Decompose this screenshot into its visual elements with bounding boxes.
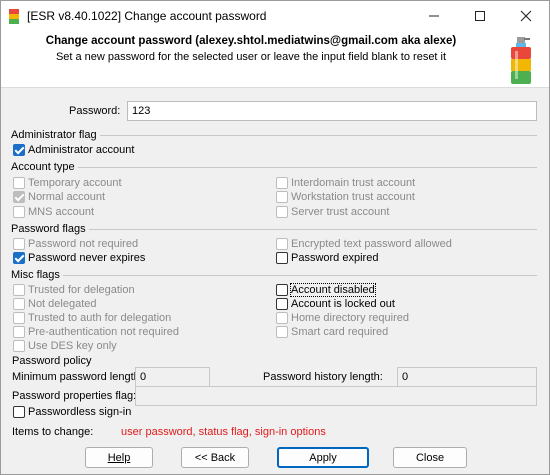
not-delegated-checkbox[interactable]: Not delegated [13, 297, 97, 311]
close-window-button[interactable] [503, 1, 549, 31]
checkbox-box [13, 144, 25, 156]
normal-account-checkbox[interactable]: Normal account [13, 190, 105, 204]
dialog-title: Change account password (alexey.shtol.me… [45, 35, 457, 47]
dialog-subtitle: Set a new password for the selected user… [55, 51, 447, 63]
maximize-icon [475, 11, 485, 21]
temporary-account-checkbox[interactable]: Temporary account [13, 176, 122, 190]
dialog-header: Change account password (alexey.shtol.me… [1, 31, 549, 88]
password-properties-flag-field [135, 386, 537, 406]
min-password-length-label: Minimum password length: [12, 371, 143, 383]
passwordless-sign-in-checkbox[interactable]: Passwordless sign-in [13, 405, 131, 419]
password-never-expires-checkbox[interactable]: Password never expires [13, 251, 145, 265]
window-title: [ESR v8.40.1022] Change account password [27, 9, 267, 23]
account-type-heading: Account type [11, 161, 78, 173]
trusted-for-delegation-checkbox[interactable]: Trusted for delegation [13, 283, 135, 297]
password-flags-heading: Password flags [11, 223, 89, 235]
account-disabled-checkbox[interactable]: Account disabled [276, 283, 376, 297]
min-password-length-field: 0 [135, 367, 210, 387]
password-spray-icon [511, 37, 531, 84]
apply-button[interactable]: Apply [277, 447, 369, 468]
help-button[interactable]: Help [85, 447, 153, 468]
password-label: Password: [69, 105, 121, 117]
home-directory-required-checkbox[interactable]: Home directory required [276, 311, 409, 325]
password-expired-checkbox[interactable]: Password expired [276, 251, 378, 265]
smart-card-required-checkbox[interactable]: Smart card required [276, 325, 388, 339]
use-des-key-only-checkbox[interactable]: Use DES key only [13, 339, 117, 353]
password-history-length-label: Password history length: [263, 371, 383, 383]
title-bar: [ESR v8.40.1022] Change account password [1, 1, 549, 31]
account-locked-out-checkbox[interactable]: Account is locked out [276, 297, 395, 311]
change-password-dialog: [ESR v8.40.1022] Change account password… [0, 0, 550, 475]
items-to-change-value: user password, status flag, sign-in opti… [121, 426, 326, 438]
minimize-icon [429, 15, 439, 17]
maximize-button[interactable] [457, 1, 503, 31]
encrypted-text-password-allowed-checkbox[interactable]: Encrypted text password allowed [276, 237, 452, 251]
mns-account-checkbox[interactable]: MNS account [13, 205, 94, 219]
password-not-required-checkbox[interactable]: Password not required [13, 237, 138, 251]
close-icon [520, 10, 532, 22]
administrator-account-checkbox[interactable]: Administrator account [13, 143, 134, 157]
server-trust-account-checkbox[interactable]: Server trust account [276, 205, 389, 219]
account-type-group: Account type [11, 161, 537, 173]
workstation-trust-account-checkbox[interactable]: Workstation trust account [276, 190, 415, 204]
administrator-flag-heading: Administrator flag [11, 129, 100, 141]
pre-authentication-not-required-checkbox[interactable]: Pre-authentication not required [13, 325, 179, 339]
interdomain-trust-account-checkbox[interactable]: Interdomain trust account [276, 176, 415, 190]
items-to-change-label: Items to change: [12, 426, 94, 438]
password-flags-group: Password flags [11, 223, 537, 235]
misc-flags-group: Misc flags [11, 269, 537, 281]
password-history-length-field: 0 [397, 367, 537, 387]
close-button[interactable]: Close [393, 447, 467, 468]
minimize-button[interactable] [411, 1, 457, 31]
trusted-to-auth-for-delegation-checkbox[interactable]: Trusted to auth for delegation [13, 311, 171, 325]
app-icon [9, 9, 19, 24]
back-button[interactable]: << Back [181, 447, 249, 468]
password-policy-heading: Password policy [12, 355, 92, 367]
password-properties-flag-label: Password properties flag: [12, 390, 137, 402]
password-input[interactable]: 123 [127, 101, 537, 121]
misc-flags-heading: Misc flags [11, 269, 63, 281]
administrator-flag-group: Administrator flag [11, 129, 537, 141]
